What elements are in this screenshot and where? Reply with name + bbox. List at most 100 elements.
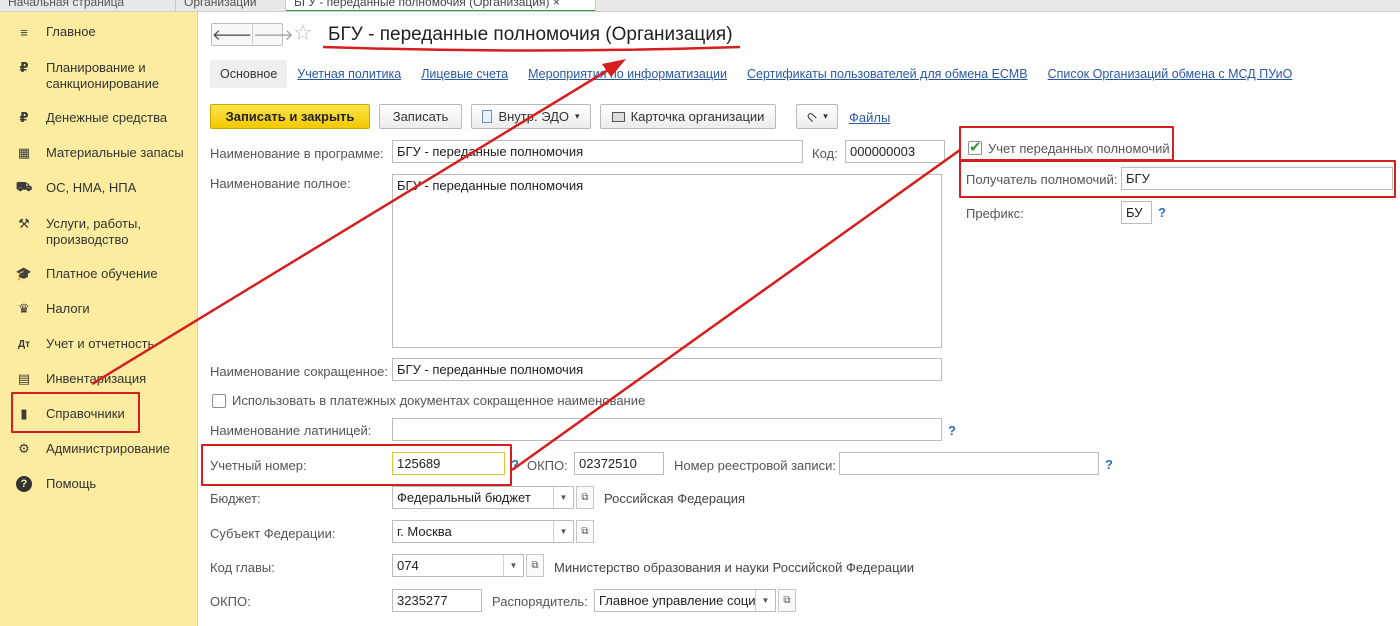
code-label: Код: xyxy=(812,146,838,161)
select-value: г. Москва xyxy=(397,524,452,539)
section-main[interactable]: Основное xyxy=(210,60,288,88)
page-title: БГУ - переданные полномочия (Организация… xyxy=(328,24,733,45)
prefix-field[interactable]: БУ xyxy=(1121,201,1152,224)
truck-icon: ⛟ xyxy=(15,179,33,194)
help-circle-icon: ? xyxy=(16,476,32,492)
history-nav: 🡐 🡒 xyxy=(211,23,293,46)
help-icon[interactable]: ? xyxy=(511,457,519,472)
star-icon[interactable]: ☆ xyxy=(293,20,313,46)
name-short-field[interactable]: БГУ - переданные полномочия xyxy=(392,358,942,381)
latin-label: Наименование латиницей: xyxy=(210,423,372,438)
save-close-button[interactable]: Записать и закрыть xyxy=(210,104,370,129)
tab-strip: Начальная страница Организации БГУ - пер… xyxy=(0,0,1400,12)
code-field[interactable]: 000000003 xyxy=(845,140,945,163)
section-informatization[interactable]: Мероприятия по информатизации xyxy=(528,67,727,81)
save-button[interactable]: Записать xyxy=(379,104,462,129)
name-full-field[interactable]: БГУ - переданные полномочия xyxy=(392,174,942,348)
name-program-field[interactable]: БГУ - переданные полномочия xyxy=(392,140,803,163)
menu-icon: ≡ xyxy=(20,24,28,40)
planning-icon: ₽ xyxy=(19,60,29,75)
section-certificates[interactable]: Сертификаты пользователей для обмена ЕСМ… xyxy=(747,67,1028,81)
section-links: Основное Учетная политика Лицевые счета … xyxy=(210,59,1312,89)
tab-current[interactable]: БГУ - переданные полномочия (Организация… xyxy=(286,0,596,11)
budget-select[interactable]: Федеральный бюджет ▼ xyxy=(392,486,574,509)
use-short-label: Использовать в платежных документах сокр… xyxy=(232,393,646,408)
chapter-select[interactable]: 074 ▼ xyxy=(392,554,524,577)
edo-button[interactable]: Внутр. ЭДО ▾ xyxy=(471,104,591,129)
emblem-icon: ♛ xyxy=(18,301,30,316)
chevron-down-icon: ▾ xyxy=(575,111,580,121)
help-icon[interactable]: ? xyxy=(1105,457,1113,472)
graduation-cap-icon: 🎓 xyxy=(15,266,33,281)
tools-icon: ⚒ xyxy=(18,216,30,231)
chevron-down-icon[interactable]: ▼ xyxy=(553,521,573,542)
back-arrow-icon[interactable]: 🡐 xyxy=(212,24,252,45)
chevron-down-icon: ▾ xyxy=(823,111,828,121)
tab-label: БГУ - переданные полномочия (Организация… xyxy=(294,0,550,9)
annotation-underline xyxy=(322,45,741,52)
tab-label: Начальная страница xyxy=(8,0,125,9)
forward-arrow-icon[interactable]: 🡒 xyxy=(252,24,293,45)
manager-label: Распорядитель: xyxy=(492,594,588,609)
section-accounting-policy[interactable]: Учетная политика xyxy=(297,67,401,81)
chevron-down-icon[interactable]: ▼ xyxy=(755,590,775,611)
manager-select[interactable]: Главное управление соци ▼ xyxy=(594,589,776,612)
chevron-down-icon[interactable]: ▼ xyxy=(503,555,523,576)
section-exchange-orgs[interactable]: Список Организаций обмена с МСД ПУиО xyxy=(1048,67,1293,81)
okpo-label: ОКПО: xyxy=(527,458,568,473)
ruble-coin-icon: ₽ xyxy=(19,110,29,125)
sidebar-item-label: Налоги xyxy=(46,301,90,316)
sidebar-item-label: Администрирование xyxy=(46,441,170,456)
printer-icon xyxy=(611,111,625,122)
close-icon[interactable]: × xyxy=(553,0,560,9)
select-value: Главное управление соци xyxy=(599,593,756,608)
tab-label: Организации xyxy=(184,0,257,9)
help-icon[interactable]: ? xyxy=(1158,205,1166,220)
sidebar-item-label: Учет и отчетность xyxy=(46,336,155,351)
tab-organizations[interactable]: Организации xyxy=(176,0,286,11)
tab-home[interactable]: Начальная страница xyxy=(0,0,176,11)
button-label: Записать xyxy=(392,109,449,124)
okpo-field[interactable]: 02372510 xyxy=(574,452,664,475)
button-label: Карточка организации xyxy=(630,109,765,124)
grid-icon: ▦ xyxy=(17,145,31,160)
prefix-label: Префикс: xyxy=(966,206,1024,221)
files-link[interactable]: Файлы xyxy=(849,110,890,125)
open-icon[interactable]: ⧉ xyxy=(576,520,594,543)
select-value: 074 xyxy=(397,558,419,573)
registry-field[interactable] xyxy=(839,452,1099,475)
annotation-box-recipient xyxy=(959,160,1396,198)
open-icon[interactable]: ⧉ xyxy=(778,589,796,612)
open-icon[interactable]: ⧉ xyxy=(576,486,594,509)
annotation-box-delegated xyxy=(959,126,1174,161)
annotation-box-directories xyxy=(11,392,140,433)
budget-description: Российская Федерация xyxy=(604,491,746,506)
sidebar-item-label: ОС, НМА, НПА xyxy=(46,180,137,195)
help-icon[interactable]: ? xyxy=(948,423,956,438)
name-short-label: Наименование сокращенное: xyxy=(210,364,388,379)
subject-label: Субъект Федерации: xyxy=(210,526,336,541)
gear-icon: ⚙ xyxy=(18,441,30,456)
button-label: Записать и закрыть xyxy=(225,109,355,124)
open-icon[interactable]: ⧉ xyxy=(526,554,544,577)
subject-select[interactable]: г. Москва ▼ xyxy=(392,520,574,543)
budget-label: Бюджет: xyxy=(210,491,261,506)
use-short-checkbox[interactable] xyxy=(212,394,226,408)
name-program-label: Наименование в программе: xyxy=(210,146,384,161)
attachment-button[interactable]: ⊂ ▾ xyxy=(796,104,838,129)
paperclip-icon: ⊂ xyxy=(802,106,822,126)
sidebar-item-label: Материальные запасы xyxy=(46,145,184,160)
sidebar-item-label: Помощь xyxy=(46,476,97,491)
org-card-button[interactable]: Карточка организации xyxy=(600,104,776,129)
chevron-down-icon[interactable]: ▼ xyxy=(553,487,573,508)
section-personal-accounts[interactable]: Лицевые счета xyxy=(421,67,508,81)
button-label: Внутр. ЭДО xyxy=(498,109,570,124)
sidebar-item-label: Денежные средства xyxy=(46,110,168,125)
sidebar-item-label: Планирование и санкционирование xyxy=(46,60,160,91)
registry-label: Номер реестровой записи: xyxy=(674,458,836,473)
okpo2-field[interactable]: 3235277 xyxy=(392,589,482,612)
sidebar: ≡ Главное ₽ Планирование и санкционировани… xyxy=(0,12,198,626)
okpo2-label: ОКПО: xyxy=(210,594,251,609)
latin-field[interactable] xyxy=(392,418,942,441)
chapter-label: Код главы: xyxy=(210,560,275,575)
